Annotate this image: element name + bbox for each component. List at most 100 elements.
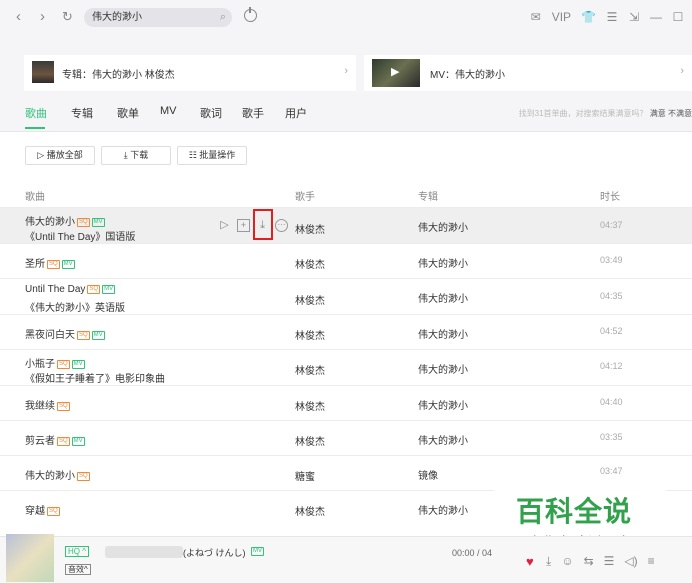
play-mode-icon[interactable]: ⇆ (584, 554, 594, 569)
maximize-icon[interactable]: ☐ (672, 8, 684, 26)
song-title[interactable]: 伟大的渺小 SQ (25, 467, 90, 482)
mv-badge[interactable]: MV (251, 547, 264, 556)
minimize-icon[interactable]: — (650, 8, 662, 26)
song-singer[interactable]: 林俊杰 (295, 221, 325, 236)
feedback-yes-button[interactable]: 满意 (650, 109, 666, 118)
download-button[interactable]: ⤓ 下载 (101, 146, 171, 165)
sq-badge: SQ (47, 259, 60, 269)
mv-badge[interactable]: MV (71, 436, 85, 446)
mv-badge[interactable]: MV (71, 359, 85, 369)
mv-badge[interactable]: MV (91, 330, 105, 340)
song-title[interactable]: 伟大的渺小 SQ MV (25, 213, 105, 228)
song-album[interactable]: 伟大的渺小 (418, 432, 468, 447)
mini-mode-icon[interactable]: ⇲ (628, 8, 640, 26)
back-icon[interactable]: ‹ (16, 8, 21, 26)
song-title[interactable]: Until The Day SQ MV (25, 284, 116, 295)
tab-songs[interactable]: 歌曲 (25, 105, 47, 121)
now-playing-cover[interactable] (6, 534, 54, 582)
mv-badge[interactable]: MV (91, 217, 105, 227)
header-song[interactable]: 歌曲 (25, 188, 45, 203)
add-icon[interactable]: + (237, 219, 250, 232)
tab-albums[interactable]: 专辑 (71, 105, 93, 121)
mv-card[interactable]: MV：伟大的渺小 › (364, 55, 692, 91)
download-icon[interactable]: ⤓ (546, 554, 551, 569)
song-album[interactable]: 伟大的渺小 (418, 397, 468, 412)
tab-mv[interactable]: MV (160, 105, 177, 117)
lyrics-icon[interactable]: ≡ (648, 554, 655, 569)
table-row[interactable]: 剪云者 SQ MV 林俊杰 伟大的渺小 03:35 (0, 420, 692, 455)
song-singer[interactable]: 林俊杰 (295, 256, 325, 271)
sq-badge: SQ (57, 401, 70, 411)
song-album[interactable]: 伟大的渺小 (418, 290, 468, 305)
now-playing-artist[interactable]: (よねづ けんし) (183, 546, 246, 559)
song-album[interactable]: 伟大的渺小 (418, 255, 468, 270)
album-cover (32, 61, 54, 83)
more-icon[interactable]: ··· (275, 219, 288, 232)
heart-icon[interactable]: ♥ (526, 554, 534, 569)
listen-recognize-icon[interactable] (244, 7, 257, 22)
feedback-no-button[interactable]: 不满意 (668, 109, 692, 118)
header-singer[interactable]: 歌手 (295, 188, 315, 203)
table-row[interactable]: Until The Day SQ MV 《伟大的渺小》英语版 林俊杰 伟大的渺小 0… (0, 278, 692, 314)
song-album[interactable]: 伟大的渺小 (418, 326, 468, 341)
song-title[interactable]: 穿越 SQ (25, 502, 60, 517)
table-row[interactable]: 伟大的渺小 SQ MV 《Until The Day》国语版 ▷ + ⤓ ··· 林… (0, 207, 692, 243)
volume-icon[interactable]: ◁) (624, 554, 637, 569)
tab-lyrics[interactable]: 歌词 (200, 105, 222, 121)
vip-button[interactable]: VIP (552, 8, 571, 26)
table-row[interactable]: 黑夜问白天 SQ MV 林俊杰 伟大的渺小 04:52 (0, 314, 692, 349)
song-title-text: 小瓶子 (25, 359, 55, 370)
song-singer[interactable]: 糖蜜 (295, 468, 315, 483)
mv-badge[interactable]: MV (61, 259, 75, 269)
song-singer[interactable]: 林俊杰 (295, 292, 325, 307)
song-table-header: 歌曲 歌手 专辑 时长 (0, 184, 692, 204)
sound-effect-button[interactable]: 音效^ (65, 564, 91, 575)
tab-playlists[interactable]: 歌单 (117, 105, 139, 121)
song-title-text: 剪云者 (25, 436, 55, 447)
tab-users[interactable]: 用户 (285, 105, 307, 121)
song-album[interactable]: 伟大的渺小 (418, 219, 468, 234)
table-row[interactable]: 圣所 SQ MV 林俊杰 伟大的渺小 03:49 (0, 243, 692, 278)
title-bar: ‹ › ↻ 伟大的渺小 ⌕ ✉ VIP 👕 ☰ ⇲ — ☐ (0, 0, 692, 36)
menu-icon[interactable]: ☰ (606, 8, 618, 26)
song-title[interactable]: 圣所 SQ MV (25, 255, 75, 270)
sq-badge: SQ (47, 506, 60, 516)
song-album[interactable]: 伟大的渺小 (418, 502, 468, 517)
table-row[interactable]: 小瓶子 SQ MV 《假如王子睡着了》电影印象曲 林俊杰 伟大的渺小 04:12 (0, 349, 692, 385)
batch-operation-button[interactable]: ☷ 批量操作 (177, 146, 247, 165)
song-singer[interactable]: 林俊杰 (295, 362, 325, 377)
song-singer[interactable]: 林俊杰 (295, 433, 325, 448)
forward-icon[interactable]: › (40, 8, 45, 26)
playback-time: 00:00 / 04 (452, 548, 493, 558)
search-input[interactable]: 伟大的渺小 ⌕ (84, 8, 232, 27)
song-title[interactable]: 黑夜问白天 SQ MV (25, 326, 105, 341)
comment-icon[interactable]: ☺ (561, 554, 573, 569)
song-title[interactable]: 剪云者 SQ MV (25, 432, 85, 447)
refresh-icon[interactable]: ↻ (62, 8, 73, 26)
song-title[interactable]: 我继续 SQ (25, 397, 70, 412)
mv-badge[interactable]: MV (102, 284, 116, 294)
table-row[interactable]: 我继续 SQ 林俊杰 伟大的渺小 04:40 (0, 385, 692, 420)
playlist-icon[interactable]: ☰ (604, 554, 615, 569)
skin-icon[interactable]: 👕 (581, 8, 596, 26)
window-controls: ✉ VIP 👕 ☰ ⇲ — ☐ (530, 8, 684, 26)
mail-icon[interactable]: ✉ (530, 8, 542, 26)
header-duration[interactable]: 时长 (600, 188, 620, 203)
song-album[interactable]: 镜像 (418, 467, 438, 482)
song-singer[interactable]: 林俊杰 (295, 398, 325, 413)
song-title-text: 圣所 (25, 259, 45, 270)
play-icon[interactable]: ▷ (218, 219, 231, 232)
quality-button[interactable]: HQ ^ (65, 546, 89, 557)
tab-singers[interactable]: 歌手 (242, 105, 264, 121)
song-title[interactable]: 小瓶子 SQ MV (25, 355, 85, 370)
album-card[interactable]: 专辑：伟大的渺小 林俊杰 › (24, 55, 356, 91)
song-title-text: 伟大的渺小 (25, 217, 75, 228)
play-all-button[interactable]: ▷ 播放全部 (25, 146, 95, 165)
search-icon[interactable]: ⌕ (220, 8, 226, 27)
song-singer[interactable]: 林俊杰 (295, 503, 325, 518)
mv-card-text: MV：伟大的渺小 (430, 70, 505, 81)
sq-badge: SQ (77, 330, 90, 340)
header-album[interactable]: 专辑 (418, 188, 438, 203)
song-singer[interactable]: 林俊杰 (295, 327, 325, 342)
song-album[interactable]: 伟大的渺小 (418, 361, 468, 376)
